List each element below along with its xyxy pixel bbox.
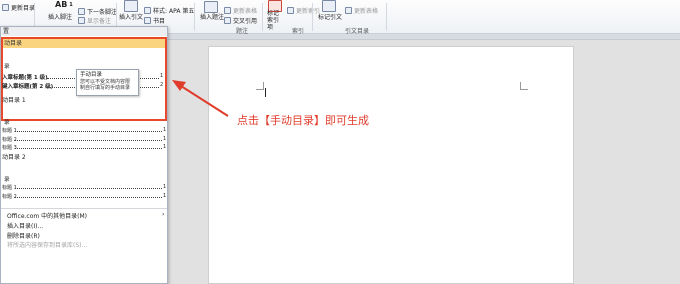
update-toa-icon [345,7,352,14]
margin-corner-top-left [256,82,264,90]
auto-toc-2-page-1: 1 [163,184,167,190]
update-toc-label: 更新目录 [11,5,36,12]
bibliography-icon [144,17,151,24]
manual-toc-tooltip: 手动目录 您可以不受文档内容限 制自行填写的手动目录 [76,69,139,96]
text-cursor [265,88,266,97]
update-index-button[interactable]: 更新索引 [287,6,320,15]
insert-footnote-button[interactable]: 插入脚注 [48,12,72,21]
auto-toc-1-title: 动目录 1 [2,97,26,104]
update-table-icon [224,7,231,14]
horizontal-ruler [167,34,680,40]
cross-reference-button[interactable]: 交叉引用 [224,16,257,25]
annotation-text: 点击【手动目录】即可生成 [237,114,369,127]
submenu-arrow-icon: › [162,211,165,218]
remove-toc-item[interactable]: 删除目录(R) [7,231,40,240]
toc-dropdown: 置 动目录 录 入章标题(第 1 级) 1 键入章标题(第 2 级) 2 手动目… [0,26,168,284]
insert-footnote-icon[interactable]: AB 1 [55,0,73,9]
manual-toc-heading: 录 [4,64,10,70]
auto-toc-1-page-3: 1 [163,144,167,150]
insert-toc-item[interactable]: 插入目录(I)... [7,221,43,230]
update-toa-button[interactable]: 更新表格 [345,6,378,15]
save-selection-to-gallery-item[interactable]: 将所选内容保存到目录库(S)... [7,240,87,249]
manual-toc-title: 动目录 [3,39,165,48]
style-icon [144,7,151,14]
update-icon [2,4,9,11]
more-online-toc-item[interactable]: Office.com 中的其他目录(M) [7,211,87,220]
cross-reference-icon [224,17,231,24]
insert-citation-button[interactable]: 插入引文 [119,12,143,21]
gallery-header: 置 [1,27,167,36]
mark-citation-button[interactable]: 标记引文 [318,12,342,21]
show-notes-button[interactable]: 显示备注 [78,16,111,25]
auto-toc-1-page-2: 1 [163,136,167,142]
mark-entry-button[interactable]: 标记索引项 [267,10,281,31]
manual-toc-page-2: 2 [160,82,164,88]
insert-citation-icon [124,0,138,12]
manual-toc-line-1: 入章标题(第 1 级) [2,75,48,81]
next-footnote-button[interactable]: 下一条脚注 [78,7,117,16]
bibliography-button[interactable]: 书目 [144,16,165,25]
auto-toc-1-page-1: 1 [163,127,167,133]
mark-citation-icon [322,0,336,12]
update-index-icon [287,7,294,14]
next-footnote-icon [78,8,85,15]
manual-toc-line-2: 键入章标题(第 2 级) [2,84,54,90]
style-select[interactable]: 样式: APA 第五 [144,6,194,15]
tooltip-title: 手动目录 [80,72,103,78]
auto-toc-2-title: 动目录 2 [2,154,26,161]
update-table-button[interactable]: 更新表格 [224,6,257,15]
margin-corner-top-right [520,82,528,90]
insert-caption-button[interactable]: 插入题注 [200,12,224,21]
manual-toc-page-1: 1 [160,73,164,79]
auto-toc-2-page-2: 1 [163,193,167,199]
show-notes-icon [78,17,85,24]
auto-toc-2-heading: 录 [4,177,10,183]
menu-divider [1,208,167,209]
auto-toc-1-heading: 录 [4,120,10,126]
tooltip-desc-2: 制自行填写的手动目录 [80,85,131,91]
update-toc-button[interactable]: 更新目录 [2,3,35,12]
